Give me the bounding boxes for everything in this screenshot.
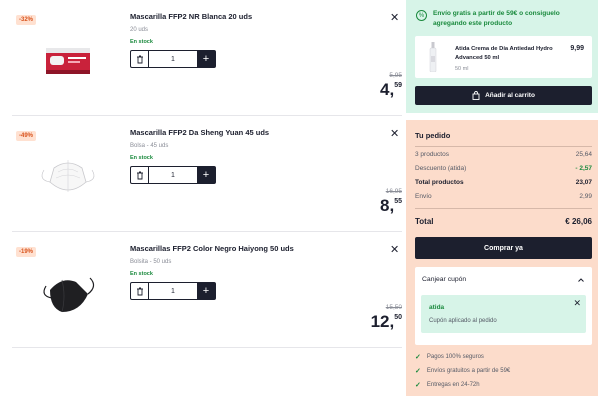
row-label: Descuento (atida) [415,165,467,172]
product-name[interactable]: Mascarilla FFP2 NR Blanca 20 uds [130,12,252,21]
promo-product-size: 50 ml [455,66,469,72]
coupon-code: atida [429,304,445,311]
trust-item: ✓ Envíos gratuitos a partir de 59€ [415,367,592,375]
total-label: Total [415,217,434,226]
row-value: 25,64 [575,151,592,158]
row-value: - 2,57 [575,165,592,172]
check-icon: ✓ [415,382,421,389]
cart-item: -49% Mascarilla FFP2 Da Sheng Yuan 45 ud… [12,116,402,232]
plus-icon[interactable]: + [197,167,215,183]
plus-icon[interactable]: + [197,283,215,299]
row-label: 3 productos [415,151,449,158]
summary-row-shipping: Envío 2,99 [415,193,592,200]
discount-badge: -49% [16,131,37,141]
trust-text: Entregas en 24-72h [426,382,480,388]
price-decimals: 59 [394,82,402,89]
old-price: 16,95 [385,188,402,195]
chevron-up-icon [578,278,584,282]
price-decimals: 55 [394,198,402,205]
coupon-toggle[interactable]: Canjear cupón [422,276,585,284]
white-mask-image[interactable] [32,152,104,204]
summary-row-products: 3 productos 25,64 [415,151,592,158]
summary-row-discount: Descuento (atida) - 2,57 [415,165,592,172]
coupon-section: Canjear cupón atida Cupón aplicado al pe… [415,267,592,345]
check-icon: ✓ [415,354,421,361]
ffp2-box-image[interactable] [32,36,104,88]
quantity-stepper: 1 + [130,50,216,68]
quantity-stepper: 1 + [130,282,216,300]
trash-icon[interactable] [131,51,149,67]
trust-item: ✓ Entregas en 24-72h [415,381,592,389]
black-mask-image[interactable] [32,268,104,320]
order-total: Total € 26,06 [415,217,592,226]
old-price: 5,95 [389,72,402,79]
promo-product-card[interactable]: Atida Crema de Día Antiedad Hydro Advanc… [415,36,592,78]
product-name[interactable]: Mascarilla FFP2 Da Sheng Yuan 45 uds [130,128,269,137]
promo-product-name[interactable]: Atida Crema de Día Antiedad Hydro Advanc… [455,45,563,63]
discount-tag-icon: % [416,10,427,21]
order-title: Tu pedido [415,131,451,140]
trash-icon[interactable] [131,167,149,183]
promo-header: % Envío gratis a partir de 59€ o consigu… [416,9,592,29]
quantity-stepper: 1 + [130,166,216,184]
divider [415,208,592,209]
add-to-cart-button[interactable]: Añadir al carrito [415,86,592,105]
add-to-cart-label: Añadir al carrito [485,92,535,99]
coupon-message: Cupón aplicado al pedido [429,318,497,324]
shopping-bag-icon [472,91,480,100]
trust-item: ✓ Pagos 100% seguros [415,353,592,361]
row-value: 23,07 [575,179,592,186]
promo-message: Envío gratis a partir de 59€ o consiguel… [433,10,560,27]
free-shipping-promo: % Envío gratis a partir de 59€ o consigu… [406,0,598,113]
product-variant: Bolsa - 45 uds [130,143,169,149]
discount-badge: -19% [16,247,37,257]
row-label: Envío [415,193,432,200]
row-label: Total productos [415,179,464,186]
quantity-value[interactable]: 1 [149,167,197,183]
product-price: 8,55 [380,196,402,216]
row-value: 2,99 [579,193,592,200]
price-integer: 12, [370,312,395,331]
cart-items-list: -32% Mascarilla FFP2 NR Blanca 20 uds 20… [0,0,405,396]
close-icon[interactable]: ✕ [390,11,399,24]
cream-bottle-image [429,42,437,72]
product-price: 4,59 [380,80,402,100]
product-name[interactable]: Mascarillas FFP2 Color Negro Haiyong 50 … [130,244,294,253]
buy-now-button[interactable]: Comprar ya [415,237,592,259]
old-price: 15,50 [385,304,402,311]
divider [415,146,592,147]
product-price: 12,50 [371,312,402,332]
order-summary: Tu pedido 3 productos 25,64 Descuento (a… [406,120,598,396]
trust-text: Envíos gratuitos a partir de 59€ [426,368,511,374]
total-value: € 26,06 [565,217,592,226]
cart-item: -32% Mascarilla FFP2 NR Blanca 20 uds 20… [12,0,402,116]
check-icon: ✓ [415,368,421,375]
price-decimals: 50 [394,314,402,321]
promo-product-price: 9,99 [570,45,584,52]
stock-status: En stock [130,155,153,161]
applied-coupon: atida Cupón aplicado al pedido ✕ [421,295,586,333]
quantity-value[interactable]: 1 [149,283,197,299]
product-variant: 20 uds [130,27,149,33]
close-icon[interactable]: ✕ [390,127,399,140]
product-variant: Bolsita - 50 uds [130,259,172,265]
price-integer: 4, [380,80,395,99]
coupon-header: Canjear cupón [422,276,467,283]
summary-row-subtotal: Total productos 23,07 [415,179,592,186]
trust-text: Pagos 100% seguros [426,354,484,360]
plus-icon[interactable]: + [197,51,215,67]
price-integer: 8, [380,196,395,215]
discount-badge: -32% [16,15,37,25]
stock-status: En stock [130,39,153,45]
trash-icon[interactable] [131,283,149,299]
stock-status: En stock [130,271,153,277]
close-icon[interactable]: ✕ [390,243,399,256]
quantity-value[interactable]: 1 [149,51,197,67]
close-icon[interactable]: ✕ [573,298,581,309]
cart-item: -19% Mascarillas FFP2 Color Negro Haiyon… [12,232,402,348]
